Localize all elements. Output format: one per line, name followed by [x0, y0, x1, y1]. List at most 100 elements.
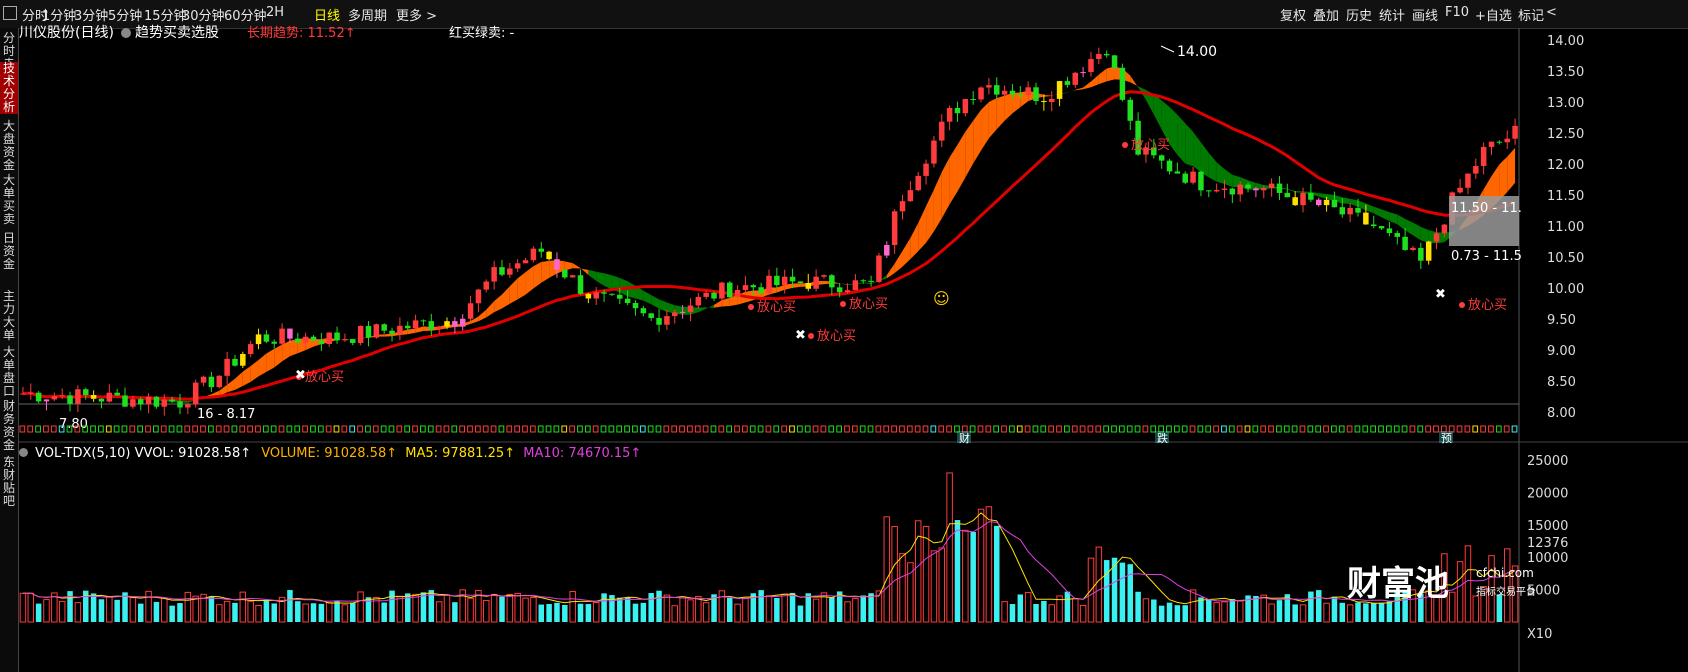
indicator-name[interactable]: 趋势买卖选股: [121, 22, 219, 42]
volume-bar: [302, 603, 309, 623]
signal-square: [522, 425, 528, 433]
event-marker-label: 预: [1441, 432, 1452, 445]
signal-square: [687, 425, 693, 433]
signal-square: [121, 425, 128, 433]
signal-square: [647, 425, 654, 433]
volume-bar: [1151, 599, 1157, 622]
candle-body: [1488, 141, 1495, 147]
trend-band-segment: [627, 281, 636, 299]
volume-bar: [325, 602, 333, 623]
candle-body: [1378, 226, 1385, 229]
trend-band-segment: [918, 206, 927, 252]
trend-band-segment: [1295, 191, 1304, 193]
sidebar-tab-2[interactable]: 大盘资金: [0, 120, 18, 172]
toolbar-button-7[interactable]: 标记: [1518, 5, 1544, 24]
signal-square: [1111, 425, 1117, 433]
candle-body: [59, 395, 65, 397]
candle-body: [35, 392, 42, 402]
sidebar-tab-8[interactable]: 东财贴吧: [0, 456, 18, 512]
trend-band-segment: [266, 348, 275, 372]
toolbar-button-2[interactable]: 历史: [1346, 5, 1372, 24]
candle-body: [75, 389, 81, 404]
signal-square: [349, 425, 356, 433]
trend-band-segment: [1169, 107, 1178, 155]
candle-body: [577, 275, 584, 294]
signal-square: [317, 425, 324, 433]
volume-bar: [255, 604, 262, 623]
signal-square: [1118, 425, 1125, 433]
toolbar-button-8[interactable]: <: [1546, 5, 1557, 20]
toolbar-button-1[interactable]: 叠加: [1313, 5, 1339, 24]
signal-square: [435, 425, 442, 433]
candle-body: [522, 260, 529, 264]
sidebar-tab-3[interactable]: 大单买卖: [0, 174, 18, 226]
signal-square: [624, 425, 630, 433]
signal-square: [1079, 425, 1086, 433]
candle-body: [726, 282, 733, 298]
volume-bar: [1221, 601, 1228, 623]
candle-body: [271, 341, 277, 344]
toolbar-button-5[interactable]: F10: [1445, 5, 1469, 20]
sidebar-tab-4[interactable]: 日资金: [0, 232, 18, 284]
candle-body: [295, 338, 301, 343]
signal-square: [1370, 425, 1376, 433]
signal-square: [231, 425, 238, 433]
signal-square: [1503, 425, 1510, 433]
trend-band-segment: [517, 272, 526, 300]
toolbar-button-0[interactable]: 复权: [1280, 5, 1306, 24]
candle-body: [1308, 193, 1314, 200]
candle-body: [852, 280, 859, 291]
signal-square: [1181, 425, 1188, 433]
signal-square: [529, 425, 536, 433]
volume-bar: [114, 599, 120, 622]
volume-bar: [758, 590, 764, 622]
candle-body: [1441, 224, 1448, 234]
trend-band-segment: [894, 250, 903, 273]
candle-body: [161, 399, 168, 407]
trend-band-segment: [1043, 95, 1052, 97]
volume-tick-label: 15000: [1527, 519, 1568, 534]
toolbar-button-4[interactable]: 画线: [1412, 5, 1438, 24]
settings-icon[interactable]: [121, 28, 131, 38]
candle-body: [1292, 197, 1298, 206]
sidebar-tab-5[interactable]: 主力大单: [0, 290, 18, 342]
signal-square: [215, 425, 222, 433]
candle-body: [593, 292, 599, 299]
sidebar-tab-7[interactable]: 财务资金: [0, 400, 18, 452]
trend-band-segment: [1216, 162, 1225, 185]
volume-collapse-icon[interactable]: [19, 448, 28, 457]
candle-body: [1418, 247, 1424, 261]
signal-square: [192, 425, 198, 433]
volume-bar: [954, 520, 961, 622]
volume-bar: [341, 604, 349, 623]
volume-bar: [232, 602, 238, 622]
sidebar-tab-6[interactable]: 大单盘口: [0, 346, 18, 398]
trend-band-segment: [596, 271, 605, 286]
signal-square: [482, 425, 489, 433]
trend-band-segment: [1381, 209, 1390, 222]
high-price-pointer: [1160, 45, 1175, 53]
sidebar-tab-0[interactable]: 分时走势: [0, 32, 18, 84]
period-tab-10[interactable]: 更多 >: [396, 5, 437, 24]
toggle-panel-icon[interactable]: [3, 6, 17, 24]
signal-square: [804, 425, 811, 433]
signal-square: [616, 425, 623, 433]
candle-body: [1323, 199, 1330, 206]
trend-band-segment: [1153, 94, 1162, 130]
candle-body: [931, 140, 937, 164]
signal-square: [553, 425, 560, 433]
toolbar-button-6[interactable]: +自选: [1475, 5, 1512, 24]
volume-bar: [467, 597, 474, 623]
trend-band-segment: [234, 371, 243, 390]
buy-dot: [1459, 302, 1465, 308]
volume-bar: [483, 599, 490, 623]
signal-square: [113, 425, 120, 433]
candle-body: [240, 353, 246, 366]
period-tab-7[interactable]: 2H: [266, 5, 284, 20]
toolbar-button-3[interactable]: 统计: [1379, 5, 1405, 24]
candle-body: [1056, 81, 1063, 99]
signal-square: [129, 425, 136, 433]
signal-square: [1480, 425, 1486, 433]
sidebar-tab-1[interactable]: 技术分析: [0, 62, 18, 114]
signal-square: [600, 425, 607, 433]
